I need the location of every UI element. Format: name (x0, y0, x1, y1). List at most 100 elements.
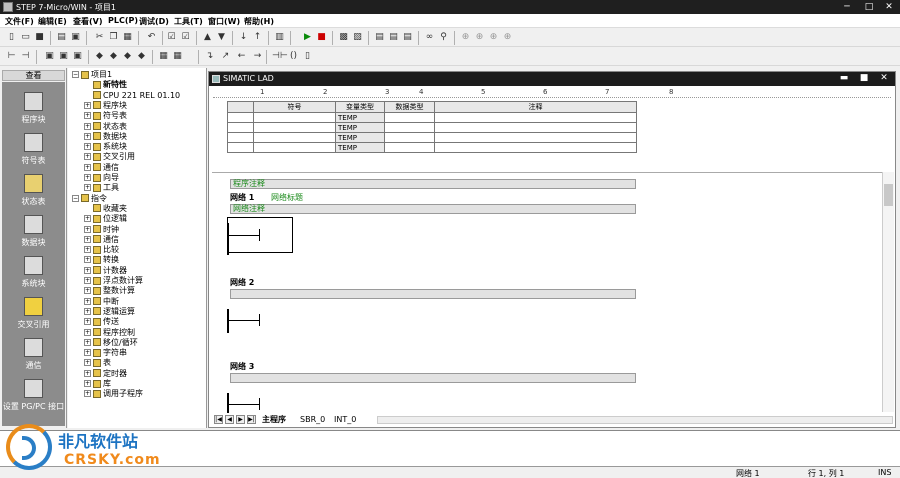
tree-expander-icon[interactable]: + (84, 153, 91, 161)
tree-expander-icon[interactable]: + (84, 338, 91, 346)
var-type-cell[interactable]: TEMP (335, 122, 385, 133)
nav-item-cross-reference[interactable]: 交叉引用 (2, 297, 65, 337)
program-comment[interactable]: 程序注释 (230, 179, 636, 189)
tree-item[interactable]: + 浮点数计算 (84, 276, 143, 286)
nav-item-system-block[interactable]: 系统块 (2, 256, 65, 296)
maximize-button[interactable]: □ (860, 1, 878, 13)
network-title[interactable]: 网络标题 (271, 192, 303, 203)
single-read-icon[interactable]: ▤ (388, 32, 399, 43)
tree-expander-icon[interactable]: + (84, 390, 91, 398)
tree-item[interactable]: + 系统块 (84, 142, 127, 152)
tree-item[interactable]: + 交叉引用 (84, 152, 135, 162)
tree-expander-icon[interactable]: + (84, 328, 91, 336)
paste-icon[interactable]: ▦ (122, 32, 133, 43)
editor-close-button[interactable]: ✕ (877, 73, 891, 83)
tree-expander-icon[interactable]: + (84, 318, 91, 326)
tree-item[interactable]: − 项目1 (72, 70, 112, 80)
line-left-icon[interactable]: ← (236, 51, 247, 62)
toggle-poc-icon[interactable]: ▣ (44, 51, 55, 62)
tree-item[interactable]: + 逻辑运算 (84, 307, 135, 317)
tree-item[interactable]: + 符号表 (84, 111, 127, 121)
tree-expander-icon[interactable]: + (84, 297, 91, 305)
remove-bookmarks-icon[interactable]: ◆ (136, 51, 147, 62)
selection-cursor[interactable] (227, 217, 293, 253)
tree-expander-icon[interactable]: − (72, 194, 79, 202)
tree-item[interactable]: + 调用子程序 (84, 389, 143, 399)
tree-item[interactable]: + 传送 (84, 317, 119, 327)
menu-edit[interactable]: 编辑(E) (38, 16, 67, 27)
tree-expander-icon[interactable]: + (84, 287, 91, 295)
network-comment[interactable] (230, 289, 636, 299)
print-preview-icon[interactable]: ▣ (70, 32, 81, 43)
force-icon[interactable]: ∞ (424, 32, 435, 43)
line-down-icon[interactable]: ↴ (204, 51, 215, 62)
line-up-icon[interactable]: ↗ (220, 51, 231, 62)
tree-expander-icon[interactable]: + (84, 277, 91, 284)
stop-icon[interactable]: ■ (316, 32, 327, 43)
undo-icon[interactable]: ↶ (146, 32, 157, 43)
toggle-symbol-icon[interactable]: ▣ (58, 51, 69, 62)
next-tab-button[interactable]: ▶ (236, 415, 245, 424)
tree-item[interactable]: 新特性 (84, 80, 127, 90)
tree-expander-icon[interactable]: + (84, 184, 91, 192)
symbol-apply-icon[interactable]: ▦ (172, 51, 183, 62)
table-row[interactable]: TEMP (227, 122, 637, 133)
tree-expander-icon[interactable]: + (84, 112, 91, 120)
tree-expander-icon[interactable]: + (84, 132, 91, 140)
nav-item-communication[interactable]: 通信 (2, 338, 65, 378)
line-right-icon[interactable]: → (252, 51, 263, 62)
sort-descending-icon[interactable]: ↑ (252, 32, 263, 43)
sort-ascending-icon[interactable]: ↓ (238, 32, 249, 43)
symbol-table-icon[interactable]: ▦ (158, 51, 169, 62)
nav-item-symbol-table[interactable]: 符号表 (2, 133, 65, 173)
tree-expander-icon[interactable]: + (84, 359, 91, 367)
minimize-button[interactable]: ─ (838, 1, 856, 13)
coil-icon[interactable]: () (288, 51, 299, 62)
var-type-cell[interactable]: TEMP (335, 112, 385, 123)
options-icon[interactable]: ▥ (274, 32, 285, 43)
prev-tab-button[interactable]: ◀ (225, 415, 234, 424)
menu-plc[interactable]: PLC(P) (108, 16, 138, 25)
network-comment[interactable] (230, 373, 636, 383)
tree-expander-icon[interactable]: + (84, 266, 91, 274)
vertical-scrollbar[interactable] (882, 172, 894, 412)
program-status-icon[interactable]: ▩ (338, 32, 349, 43)
tree-item[interactable]: + 中断 (84, 297, 119, 307)
close-button[interactable]: ✕ (880, 1, 898, 13)
write-all-icon[interactable]: ▤ (402, 32, 413, 43)
tree-item[interactable]: + 通信 (84, 163, 119, 173)
new-icon[interactable]: ▯ (6, 32, 17, 43)
tree-item[interactable]: + 程序控制 (84, 328, 135, 338)
tree-expander-icon[interactable]: + (84, 369, 91, 377)
table-row[interactable]: TEMP (227, 142, 637, 153)
tree-expander-icon[interactable]: + (84, 307, 91, 315)
tree-item[interactable]: + 定时器 (84, 369, 127, 379)
tree-expander-icon[interactable]: + (84, 143, 91, 151)
tree-expander-icon[interactable]: + (84, 256, 91, 264)
var-type-cell[interactable]: TEMP (335, 132, 385, 143)
download-icon[interactable]: ▼ (216, 32, 227, 43)
horizontal-scrollbar[interactable] (377, 416, 893, 424)
open-icon[interactable]: ▭ (20, 32, 31, 43)
tree-item[interactable]: + 工具 (84, 183, 119, 193)
tree-item[interactable]: + 字符串 (84, 348, 127, 358)
ladder-editor[interactable]: 程序注释 网络 1 网络标题 网络注释 网络 2 网络 3 (212, 172, 882, 413)
tree-item[interactable]: + 计数器 (84, 266, 127, 276)
nav-item-data-block[interactable]: 数据块 (2, 215, 65, 255)
next-bookmark-icon[interactable]: ◆ (108, 51, 119, 62)
menu-tools[interactable]: 工具(T) (174, 16, 203, 27)
tree-item[interactable]: CPU 221 REL 01.10 (84, 91, 180, 101)
tree-expander-icon[interactable]: + (84, 235, 91, 243)
tree-item[interactable]: + 通信 (84, 235, 119, 245)
toggle-address-icon[interactable]: ▣ (72, 51, 83, 62)
network-comment[interactable]: 网络注释 (230, 204, 636, 214)
tree-item[interactable]: + 移位/循环 (84, 338, 138, 348)
tree-item[interactable]: + 表 (84, 358, 111, 368)
menu-window[interactable]: 窗口(W) (208, 16, 240, 27)
pause-status-icon[interactable]: ▧ (352, 32, 363, 43)
tree-expander-icon[interactable]: + (84, 225, 91, 233)
tree-expander-icon[interactable]: + (84, 163, 91, 171)
menu-debug[interactable]: 调试(D) (139, 16, 169, 27)
tree-expander-icon[interactable]: + (84, 101, 91, 109)
unlock-icon[interactable]: ⊕ (488, 32, 499, 43)
